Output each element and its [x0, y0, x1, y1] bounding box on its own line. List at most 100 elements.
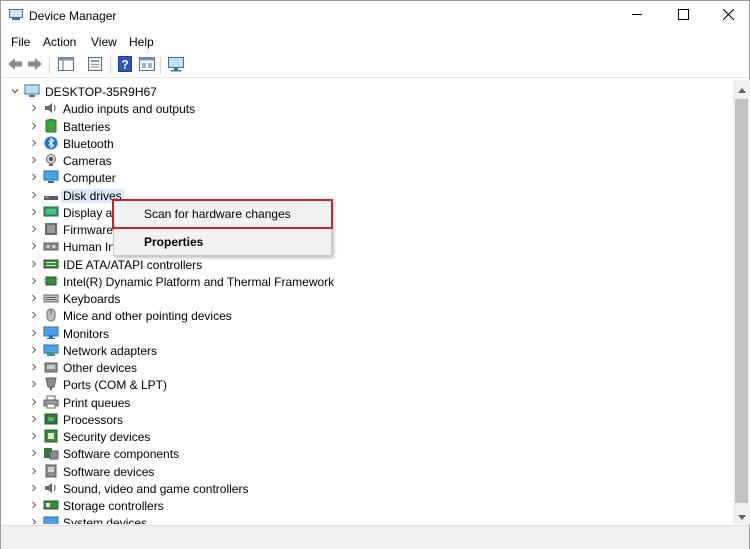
chevron-right-icon[interactable]	[29, 328, 39, 338]
menu-view[interactable]: View	[91, 35, 117, 49]
tree-item[interactable]: Display ad	[2, 204, 702, 221]
chevron-right-icon[interactable]	[29, 379, 39, 389]
close-icon	[722, 8, 734, 23]
tree-item[interactable]: Bluetooth	[2, 135, 702, 152]
tree-item[interactable]: Cameras	[2, 152, 702, 169]
tree-item[interactable]: Intel(R) Dynamic Platform and Thermal Fr…	[2, 273, 702, 290]
close-button[interactable]	[705, 1, 750, 31]
tree-item[interactable]: Storage controllers	[2, 497, 702, 514]
show-hide-console-tree-button[interactable]	[57, 56, 75, 74]
vertical-scrollbar[interactable]	[733, 80, 750, 524]
toolbar-separator	[49, 57, 50, 74]
device-tree[interactable]: DESKTOP-35R9H67 Audio inputs and outputs…	[2, 80, 733, 524]
chevron-right-icon[interactable]	[29, 414, 39, 424]
tree-item[interactable]: Ports (COM & LPT)	[2, 376, 702, 393]
disk-drive-icon	[43, 188, 59, 202]
title-bar: Device Manager	[1, 1, 749, 31]
chevron-right-icon[interactable]	[29, 310, 39, 320]
properties-menu-item[interactable]: Properties	[114, 228, 331, 254]
tree-item-label: Human In	[63, 240, 116, 255]
back-button[interactable]	[6, 56, 24, 74]
tree-item[interactable]: Sound, video and game controllers	[2, 480, 702, 497]
forward-button[interactable]	[26, 56, 44, 74]
software-device-icon	[43, 464, 59, 478]
chevron-right-icon[interactable]	[29, 466, 39, 476]
chevron-right-icon[interactable]	[29, 155, 39, 165]
tree-item[interactable]: Software devices	[2, 463, 702, 480]
tree-item[interactable]: Software components	[2, 445, 702, 462]
tree-item[interactable]: Human In	[2, 238, 702, 255]
menu-action[interactable]: Action	[43, 35, 76, 49]
chevron-right-icon[interactable]	[29, 241, 39, 251]
properties-icon	[87, 56, 103, 74]
chevron-right-icon[interactable]	[29, 190, 39, 200]
tree-item[interactable]: Security devices	[2, 428, 702, 445]
menu-bar: File Action View Help	[1, 31, 749, 53]
chevron-right-icon[interactable]	[29, 483, 39, 493]
chevron-right-icon[interactable]	[29, 276, 39, 286]
hid-icon	[43, 239, 59, 253]
maximize-button[interactable]	[660, 1, 706, 31]
chevron-right-icon[interactable]	[29, 362, 39, 372]
chevron-right-icon[interactable]	[29, 172, 39, 182]
scan-hardware-button[interactable]	[167, 56, 185, 74]
chevron-right-icon[interactable]	[29, 345, 39, 355]
tree-item[interactable]: Firmware	[2, 221, 702, 238]
scroll-up-button[interactable]	[733, 80, 750, 97]
chevron-right-icon[interactable]	[29, 224, 39, 234]
help-button[interactable]: ?	[116, 55, 134, 74]
tree-root[interactable]: DESKTOP-35R9H67	[2, 83, 702, 100]
chevron-right-icon[interactable]	[29, 103, 39, 113]
properties-button[interactable]	[86, 56, 104, 74]
battery-icon	[43, 118, 59, 133]
tree-item[interactable]: Keyboards	[2, 290, 702, 307]
display-adapter-icon	[43, 205, 59, 219]
chevron-down-icon[interactable]	[10, 86, 20, 96]
tree-item-label: Monitors	[63, 326, 110, 341]
tree-item[interactable]: Computer	[2, 169, 702, 186]
show-hide-console-tree-icon	[58, 56, 74, 74]
chevron-right-icon[interactable]	[29, 138, 39, 148]
tree-item-label: Cameras	[63, 154, 112, 168]
tree-item-label: Software devices	[63, 464, 155, 479]
scroll-down-button[interactable]	[733, 507, 750, 524]
scrollbar-thumb[interactable]	[735, 99, 748, 503]
chevron-right-icon[interactable]	[29, 500, 39, 510]
minimize-button[interactable]	[614, 1, 660, 31]
tree-item-label: Security devices	[63, 430, 151, 444]
chevron-right-icon[interactable]	[29, 448, 39, 458]
chevron-right-icon[interactable]	[29, 207, 39, 217]
scan-hardware-monitor-icon	[167, 56, 185, 75]
tree-item[interactable]: Audio inputs and outputs	[2, 100, 702, 117]
chevron-right-icon[interactable]	[29, 259, 39, 269]
tree-item[interactable]: Processors	[2, 411, 702, 428]
menu-file[interactable]: File	[11, 35, 30, 49]
scroll-up-arrow-icon	[737, 82, 746, 96]
menu-help[interactable]: Help	[129, 35, 154, 49]
tree-item-label: Firmware	[63, 223, 113, 237]
tree-item[interactable]: Network adapters	[2, 342, 702, 359]
tree-item-label: Mice and other pointing devices	[63, 309, 232, 324]
tree-item[interactable]: Other devices	[2, 359, 702, 376]
storage-controller-icon	[43, 498, 59, 512]
tree-item[interactable]: Mice and other pointing devices	[2, 307, 702, 324]
tree-item-label: Intel(R) Dynamic Platform and Thermal Fr…	[63, 274, 335, 289]
window-title: Device Manager	[29, 9, 117, 23]
view-button[interactable]	[138, 56, 156, 74]
tree-item[interactable]: Disk drives	[2, 187, 702, 204]
tree-item-label: Batteries	[63, 119, 111, 134]
other-devices-icon	[43, 360, 59, 374]
tree-item[interactable]: System devices	[2, 514, 702, 524]
chevron-right-icon[interactable]	[29, 517, 39, 524]
computer-icon	[43, 170, 59, 184]
tree-item[interactable]: Monitors	[2, 325, 702, 342]
tree-item-label: Software components	[63, 447, 180, 462]
tree-item[interactable]: Print queues	[2, 394, 702, 411]
tree-item-label: Ports (COM & LPT)	[63, 378, 168, 393]
chevron-right-icon[interactable]	[29, 431, 39, 441]
chevron-right-icon[interactable]	[29, 121, 39, 131]
chevron-right-icon[interactable]	[29, 293, 39, 303]
tree-item[interactable]: IDE ATA/ATAPI controllers	[2, 256, 702, 273]
tree-item[interactable]: Batteries	[2, 118, 702, 135]
chevron-right-icon[interactable]	[29, 397, 39, 407]
